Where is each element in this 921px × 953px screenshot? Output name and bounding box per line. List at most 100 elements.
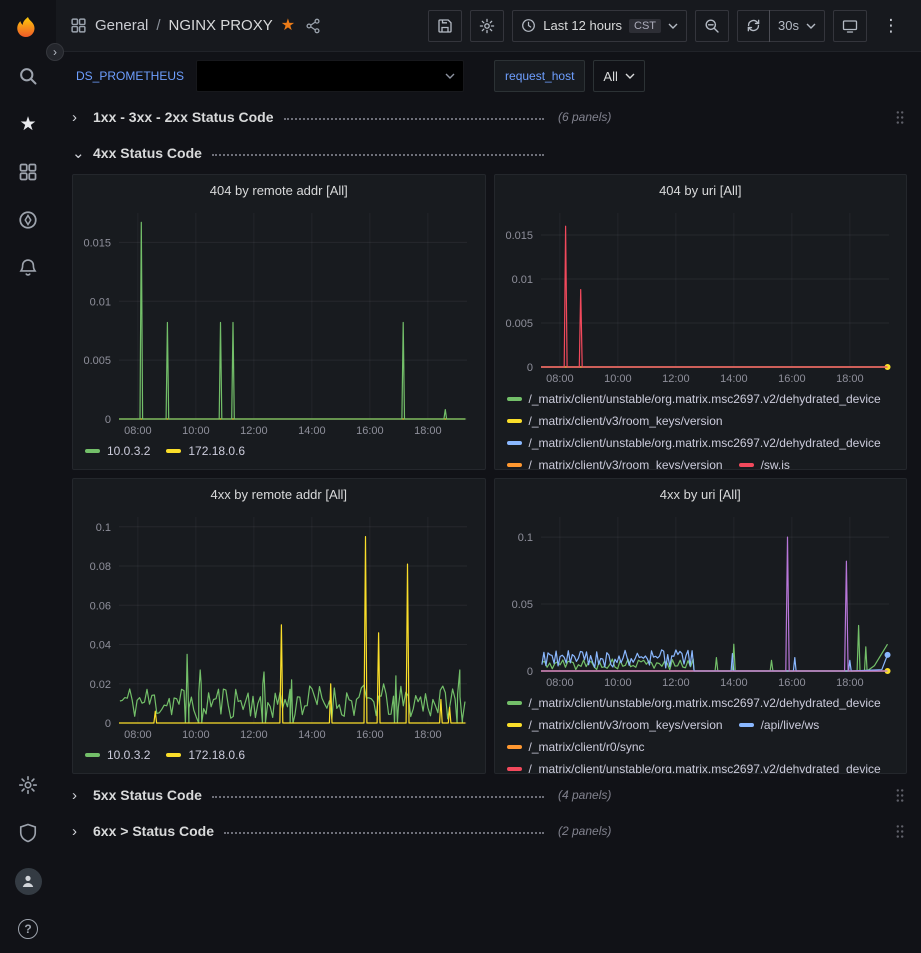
dashboard-title[interactable]: NGINX PROXY bbox=[169, 17, 273, 34]
zoom-out-time-button[interactable] bbox=[695, 10, 729, 42]
sidebar-item-explore[interactable] bbox=[0, 196, 56, 244]
row-dotted-line bbox=[212, 796, 544, 798]
row-header-4xx[interactable]: ⌄ 4xx Status Code bbox=[72, 138, 907, 168]
grafana-logo[interactable] bbox=[13, 8, 43, 52]
row-header-6xx[interactable]: › 6xx > Status Code (2 panels) bbox=[72, 816, 907, 846]
row-header-5xx[interactable]: › 5xx Status Code (4 panels) bbox=[72, 780, 907, 810]
legend-label: /_matrix/client/v3/room_keys/version bbox=[529, 715, 723, 735]
panel-title[interactable]: 404 by uri [All] bbox=[495, 175, 907, 205]
legend-item[interactable]: /api/live/ws bbox=[739, 715, 820, 735]
dashboard-body: › 1xx - 3xx - 2xx Status Code (6 panels) bbox=[56, 100, 921, 953]
legend-label: /_matrix/client/v3/room_keys/version bbox=[529, 455, 723, 469]
row-title-wrap: › 6xx > Status Code bbox=[72, 823, 546, 840]
legend-item[interactable]: /_matrix/client/v3/room_keys/version bbox=[507, 715, 723, 735]
legend-label: 10.0.3.2 bbox=[107, 441, 150, 461]
breadcrumb-section[interactable]: General bbox=[95, 17, 148, 34]
row-header-1xx-3xx-2xx[interactable]: › 1xx - 3xx - 2xx Status Code (6 panels) bbox=[72, 102, 907, 132]
y-tick-label: 0.05 bbox=[511, 599, 532, 611]
search-icon bbox=[18, 66, 38, 86]
panel-4xx-by-remote-addr: 4xx by remote addr [All] 08:0010:0012:00… bbox=[72, 478, 486, 774]
shield-icon bbox=[18, 823, 38, 843]
legend-item[interactable]: /_matrix/client/r0/sync bbox=[507, 737, 645, 757]
chevron-right-icon: › bbox=[72, 109, 88, 126]
x-tick-label: 12:00 bbox=[240, 729, 268, 741]
y-tick-label: 0.06 bbox=[90, 600, 111, 612]
legend-swatch bbox=[507, 441, 522, 445]
legend-item[interactable]: /_matrix/client/v3/room_keys/version bbox=[507, 411, 723, 431]
refresh-interval-picker[interactable]: 30s bbox=[769, 10, 825, 42]
y-tick-label: 0 bbox=[526, 362, 532, 374]
sidebar-item-dashboards[interactable] bbox=[0, 148, 56, 196]
row-title: 4xx Status Code bbox=[93, 145, 202, 161]
legend-item[interactable]: 10.0.3.2 bbox=[85, 745, 150, 765]
row-drag-handle-icon[interactable] bbox=[895, 824, 907, 839]
legend-item[interactable]: 10.0.3.2 bbox=[85, 441, 150, 461]
refresh-icon bbox=[746, 18, 761, 33]
legend-item[interactable]: /_matrix/client/unstable/org.matrix.msc2… bbox=[507, 389, 881, 409]
legend-item[interactable]: 172.18.0.6 bbox=[166, 441, 245, 461]
chevron-right-icon: › bbox=[72, 787, 88, 804]
panel-chart[interactable]: 08:0010:0012:0014:0016:0018:0000.050.1 bbox=[497, 509, 901, 691]
legend-item[interactable]: /_matrix/client/unstable/org.matrix.msc2… bbox=[507, 693, 881, 713]
panel-legend: /_matrix/client/unstable/org.matrix.msc2… bbox=[495, 387, 907, 469]
sidebar-item-profile[interactable] bbox=[0, 857, 56, 905]
y-tick-label: 0 bbox=[526, 666, 532, 678]
legend-item[interactable]: /sw.js bbox=[739, 455, 790, 469]
variable-ds-value-select[interactable] bbox=[196, 60, 464, 92]
panel-title[interactable]: 4xx by uri [All] bbox=[495, 479, 907, 509]
legend-item[interactable]: /_matrix/client/unstable/org.matrix.msc2… bbox=[507, 433, 881, 453]
time-range-picker[interactable]: Last 12 hours CST bbox=[512, 10, 687, 42]
chart-canvas[interactable]: 08:0010:0012:0014:0016:0018:0000.050.1 bbox=[497, 509, 901, 691]
more-options-button[interactable]: ⋮ bbox=[875, 10, 907, 42]
row-drag-handle-icon[interactable] bbox=[895, 110, 907, 125]
chart-canvas[interactable]: 08:0010:0012:0014:0016:0018:0000.0050.01… bbox=[75, 205, 479, 439]
chart-canvas[interactable]: 08:0010:0012:0014:0016:0018:0000.0050.01… bbox=[497, 205, 901, 387]
legend-item[interactable]: 172.18.0.6 bbox=[166, 745, 245, 765]
variable-host-value: All bbox=[603, 69, 617, 84]
variable-host-label[interactable]: request_host bbox=[494, 60, 585, 92]
chart-canvas[interactable]: 08:0010:0012:0014:0016:0018:0000.020.040… bbox=[75, 509, 479, 743]
legend-item[interactable]: /_matrix/client/v3/room_keys/version bbox=[507, 455, 723, 469]
variable-ds-label[interactable]: DS_PROMETHEUS bbox=[72, 69, 188, 83]
sidebar-item-help[interactable]: ? bbox=[0, 905, 56, 953]
dashboard-settings-button[interactable] bbox=[470, 10, 504, 42]
share-icon[interactable] bbox=[305, 18, 321, 34]
panel-chart[interactable]: 08:0010:0012:0014:0016:0018:0000.0050.01… bbox=[497, 205, 901, 387]
sidebar-item-starred[interactable]: ★ bbox=[0, 100, 56, 148]
topbar: General / NGINX PROXY ★ bbox=[56, 0, 921, 52]
monitor-icon bbox=[842, 18, 858, 34]
row-drag-handle-icon[interactable] bbox=[895, 788, 907, 803]
chevron-down-icon bbox=[625, 73, 635, 79]
help-icon: ? bbox=[18, 919, 38, 939]
zoom-out-icon bbox=[704, 18, 720, 34]
panel-chart[interactable]: 08:0010:0012:0014:0016:0018:0000.020.040… bbox=[75, 509, 479, 743]
save-dashboard-button[interactable] bbox=[428, 10, 462, 42]
sidebar-item-server-admin[interactable] bbox=[0, 809, 56, 857]
refresh-button[interactable] bbox=[737, 10, 770, 42]
sidebar-item-alerting[interactable] bbox=[0, 244, 56, 292]
bell-icon bbox=[18, 258, 38, 278]
chevron-down-icon bbox=[445, 73, 455, 79]
variable-host-value-select[interactable]: All bbox=[593, 60, 644, 92]
panel-title[interactable]: 4xx by remote addr [All] bbox=[73, 479, 485, 509]
legend-swatch bbox=[739, 463, 754, 467]
grafana-app: ★ bbox=[0, 0, 921, 953]
legend-label: /sw.js bbox=[761, 455, 790, 469]
y-tick-label: 0.1 bbox=[517, 532, 532, 544]
sidebar-expand-button[interactable]: › bbox=[46, 43, 64, 61]
sidebar-item-configuration[interactable] bbox=[0, 761, 56, 809]
time-range-label: Last 12 hours bbox=[543, 18, 622, 33]
legend-label: /api/live/ws bbox=[761, 715, 820, 735]
panel-title[interactable]: 404 by remote addr [All] bbox=[73, 175, 485, 205]
user-icon bbox=[20, 873, 36, 889]
gear-icon bbox=[479, 18, 495, 34]
x-tick-label: 12:00 bbox=[662, 677, 690, 689]
row-panel-count: (2 panels) bbox=[558, 824, 611, 838]
tv-mode-button[interactable] bbox=[833, 10, 867, 42]
avatar bbox=[15, 868, 42, 895]
legend-item[interactable]: /_matrix/client/unstable/org.matrix.msc2… bbox=[507, 759, 881, 773]
clock-icon bbox=[521, 18, 536, 33]
panel-chart[interactable]: 08:0010:0012:0014:0016:0018:0000.0050.01… bbox=[75, 205, 479, 439]
favorite-star-icon[interactable]: ★ bbox=[281, 18, 295, 34]
sidebar-item-search[interactable] bbox=[0, 52, 56, 100]
